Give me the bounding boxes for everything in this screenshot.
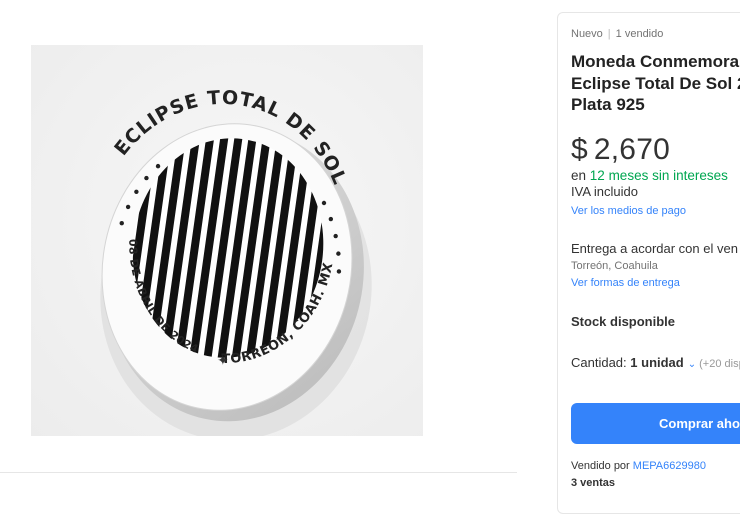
price: $2,670 <box>571 133 670 167</box>
coin-illustration: ECLIPSE TOTAL DE SOL 08 DE ABRIL DE 2024… <box>31 45 423 436</box>
quantity-label: Cantidad: <box>571 355 627 370</box>
coin-dot <box>144 175 149 181</box>
coin-dot <box>155 163 161 169</box>
title-line-3: Plata 925 <box>571 95 645 114</box>
coin-dot <box>321 200 327 206</box>
coin-dot <box>336 269 342 274</box>
installments-text: 12 meses sin intereses <box>589 168 728 183</box>
star-icon: ✦ <box>217 352 229 368</box>
delivery-info: Entrega a acordar con el ven <box>571 241 738 256</box>
gallery-divider <box>0 472 517 473</box>
sold-count: 1 vendido <box>615 28 664 40</box>
tax-note: IVA incluido <box>571 184 638 199</box>
seller-info: Vendido por MEPA6629980 <box>571 460 706 472</box>
image-gallery: ECLIPSE TOTAL DE SOL 08 DE ABRIL DE 2024… <box>0 0 520 499</box>
product-title: Moneda Conmemora Eclipse Total De Sol 2 … <box>571 51 740 116</box>
seller-sales: 3 ventas <box>571 477 616 489</box>
title-line-1: Moneda Conmemora <box>571 52 740 71</box>
coin-dot <box>134 189 139 194</box>
shipping-options-link[interactable]: Ver formas de entrega <box>571 277 680 289</box>
title-line-2: Eclipse Total De Sol 2 <box>571 73 740 93</box>
price-amount: 2,670 <box>593 133 670 166</box>
stock-status: Stock disponible <box>571 314 676 329</box>
seller-link[interactable]: MEPA6629980 <box>633 460 706 472</box>
installments: en 12 meses sin intereses <box>571 168 728 183</box>
quantity-selector[interactable]: Cantidad: 1 unidad⌄(+20 disp <box>571 355 740 370</box>
quantity-value: 1 unidad <box>630 355 684 370</box>
buy-box: Nuevo | 1 vendido Moneda Conmemora Eclipse… <box>557 12 740 514</box>
currency-symbol: $ <box>571 133 588 166</box>
seller-prefix: Vendido por <box>571 460 630 472</box>
coin-dot <box>119 221 124 226</box>
installments-prefix: en <box>571 168 587 183</box>
condition-label: Nuevo <box>571 28 603 40</box>
quantity-available: (+20 disp <box>699 358 740 370</box>
coin-dot <box>333 233 338 239</box>
payment-methods-link[interactable]: Ver los medios de pago <box>571 205 686 217</box>
buy-now-button[interactable]: Comprar ahor <box>571 403 740 444</box>
coin-dot <box>328 216 334 222</box>
coin-dot <box>336 251 341 256</box>
coin-dot <box>125 204 131 210</box>
chevron-down-icon: ⌄ <box>687 359 697 370</box>
product-image[interactable]: ECLIPSE TOTAL DE SOL 08 DE ABRIL DE 2024… <box>31 45 423 436</box>
seller-location: Torreón, Coahuila <box>571 260 658 272</box>
product-subtitle: Nuevo | 1 vendido <box>571 28 664 40</box>
